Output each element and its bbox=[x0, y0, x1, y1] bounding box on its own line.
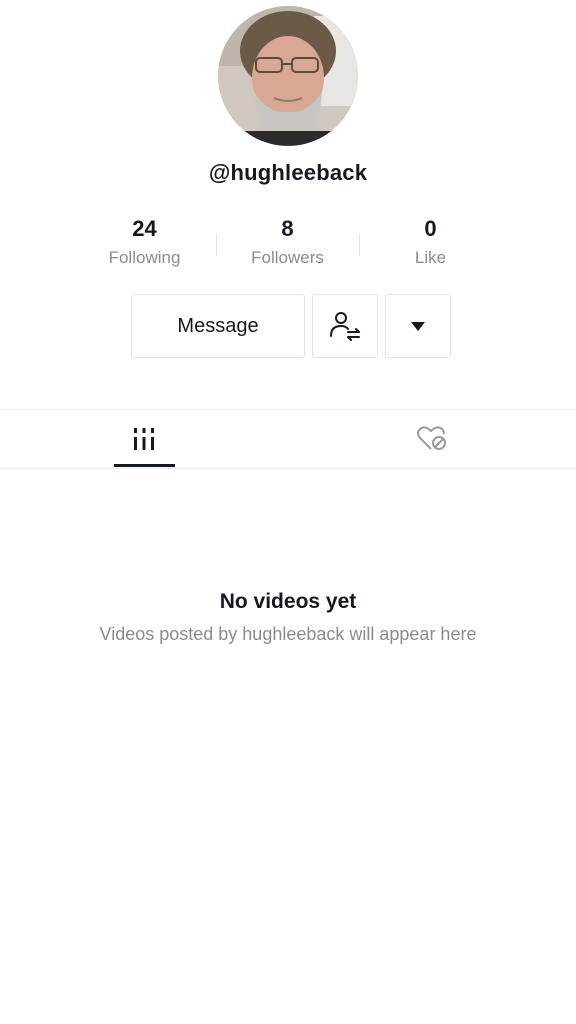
add-friend-icon bbox=[330, 312, 360, 341]
likes-count: 0 bbox=[424, 216, 437, 241]
tab-videos[interactable] bbox=[0, 410, 288, 468]
profile-page: @hughleeback 24 Following 8 Followers 0 … bbox=[0, 0, 576, 1024]
avatar[interactable] bbox=[218, 6, 358, 146]
profile-stats: 24 Following 8 Followers 0 Like bbox=[73, 214, 503, 276]
followers-count: 8 bbox=[281, 216, 294, 241]
stat-followers[interactable]: 8 Followers bbox=[216, 214, 359, 269]
followers-label: Followers bbox=[251, 248, 324, 267]
avatar-photo bbox=[218, 6, 358, 146]
stat-likes: 0 Like bbox=[359, 214, 502, 269]
add-friend-button[interactable] bbox=[312, 294, 378, 358]
following-count: 24 bbox=[132, 216, 157, 241]
tab-active-indicator bbox=[114, 464, 175, 467]
empty-state-subtitle: Videos posted by hughleeback will appear… bbox=[99, 624, 477, 644]
username: @hughleeback bbox=[208, 160, 368, 185]
following-label: Following bbox=[108, 248, 181, 267]
tab-liked[interactable] bbox=[288, 410, 576, 468]
stat-following[interactable]: 24 Following bbox=[73, 214, 216, 269]
more-options-button[interactable] bbox=[385, 294, 451, 358]
dropdown-triangle-icon bbox=[411, 322, 425, 331]
grid-icon bbox=[134, 428, 154, 450]
tab-bar-divider bbox=[0, 468, 576, 469]
heart-lock-icon bbox=[417, 426, 446, 450]
likes-label: Like bbox=[414, 248, 447, 267]
message-button[interactable]: Message bbox=[131, 294, 305, 358]
empty-state-title: No videos yet bbox=[219, 590, 357, 613]
